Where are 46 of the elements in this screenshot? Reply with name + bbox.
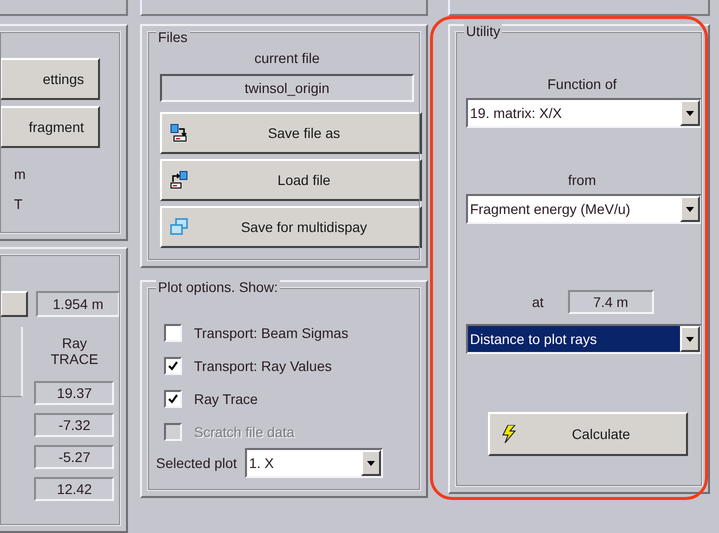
field-label: Function of xyxy=(547,76,617,92)
field-label: Selected plot xyxy=(156,455,237,471)
calculate-button[interactable]: Calculate xyxy=(488,412,688,456)
load-document-icon xyxy=(170,171,188,189)
cut-button[interactable]: fragment xyxy=(0,106,100,148)
distance-field: 7.4 m xyxy=(568,290,654,314)
field-label: from xyxy=(568,172,596,188)
check-icon xyxy=(168,394,178,404)
check-icon xyxy=(168,360,178,370)
checkbox-option: Scratch file data xyxy=(164,415,414,448)
dropdown[interactable]: Distance to plot rays xyxy=(466,324,702,354)
dropdown-arrow-icon xyxy=(366,460,375,466)
load-file-button[interactable]: Load file xyxy=(160,159,422,201)
checkbox-option[interactable]: Transport: Beam Sigmas xyxy=(164,316,414,349)
field-label: current file xyxy=(254,50,320,66)
dropdown-arrow-icon xyxy=(686,336,694,342)
group-title: Plot options. Show: xyxy=(156,279,280,295)
save-document-icon xyxy=(170,124,188,142)
input-field[interactable] xyxy=(0,290,28,317)
unit-label: T xyxy=(13,196,24,214)
plot-dropdown[interactable]: 1. X xyxy=(244,448,383,478)
dropdown-arrow-icon xyxy=(686,110,694,116)
value-cell: 19.37 xyxy=(34,380,114,405)
dropdown-arrow-icon xyxy=(686,206,694,212)
value-cell: -7.32 xyxy=(34,412,114,437)
column-title: Ray TRACE xyxy=(50,334,98,367)
windows-icon xyxy=(170,218,188,236)
group-title: Files xyxy=(156,29,190,45)
dropdown[interactable]: Fragment energy (MeV/u) xyxy=(466,194,702,224)
value-cell: -5.27 xyxy=(34,444,114,469)
checkbox-option[interactable]: Ray Trace xyxy=(164,382,414,415)
checkbox-option[interactable]: Transport: Ray Values xyxy=(164,349,414,382)
value-cell: 12.42 xyxy=(34,476,114,501)
distance-field: 1.954 m xyxy=(36,290,120,317)
checkbox[interactable] xyxy=(164,356,182,374)
multidisplay-button[interactable]: Save for multidispay xyxy=(160,206,422,248)
checkbox[interactable] xyxy=(164,324,182,342)
current-file-field: twinsol_origin xyxy=(160,74,414,102)
lightning-icon xyxy=(502,425,516,443)
group-title: Utility xyxy=(464,23,502,39)
field-label: at xyxy=(532,294,544,310)
unit-label: m xyxy=(13,166,27,184)
cut-button[interactable]: ettings xyxy=(0,58,100,100)
checkbox[interactable] xyxy=(164,390,182,408)
dropdown[interactable]: 19. matrix: X/X xyxy=(466,98,702,128)
save-file-button[interactable]: Save file as xyxy=(160,112,422,154)
